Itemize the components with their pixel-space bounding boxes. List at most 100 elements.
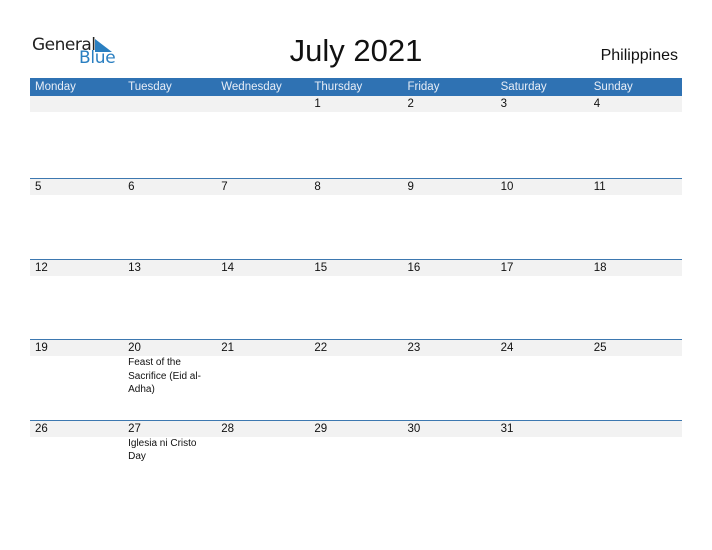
- day-number: 12: [35, 261, 48, 274]
- week-row: 1 2 3 4: [30, 96, 682, 178]
- day-number: 13: [128, 261, 141, 274]
- day-cell: 14: [216, 260, 309, 276]
- day-cell: 6: [123, 179, 216, 195]
- day-number-bar: 5 6 7 8 9 10 11: [30, 179, 682, 195]
- day-cell: 1: [309, 96, 402, 112]
- weekday-saturday: Saturday: [500, 81, 547, 93]
- day-number: 2: [407, 98, 414, 110]
- day-number: 3: [500, 98, 508, 110]
- country-label: Philippines: [600, 47, 678, 64]
- day-cell: 3: [496, 96, 589, 112]
- day-cell: 27: [123, 421, 216, 437]
- day-number: 28: [221, 422, 235, 435]
- day-number: 14: [221, 261, 235, 274]
- day-number: 21: [221, 342, 235, 354]
- holiday-label: [496, 437, 589, 464]
- day-cell: 19: [30, 340, 123, 356]
- day-number: 25: [593, 342, 607, 354]
- day-cell: 11: [589, 179, 682, 195]
- day-number: 26: [35, 422, 48, 435]
- day-number: 1: [314, 98, 321, 110]
- day-number: 4: [593, 98, 601, 110]
- day-number: 30: [407, 422, 421, 435]
- day-cell: 7: [216, 179, 309, 195]
- calendar: Monday Tuesday Wednesday Thursday Friday Satu…: [30, 78, 682, 500]
- day-number: 5: [35, 181, 42, 193]
- weekday-wednesday: Wednesday: [221, 81, 282, 93]
- day-number: 17: [500, 261, 514, 274]
- day-number-bar: 19 20 21 22 23 24 25: [30, 340, 682, 356]
- day-number: 24: [500, 342, 514, 354]
- day-cell: 30: [403, 421, 496, 437]
- day-cell: 10: [496, 179, 589, 195]
- week-row: 19 20 21 22 23 24 25 Feast of the Sacrifice (Ei…: [30, 339, 682, 420]
- day-number: 10: [500, 181, 514, 193]
- day-cell: 23: [403, 340, 496, 356]
- holiday-label: [496, 356, 589, 397]
- day-cell: 4: [589, 96, 682, 112]
- day-number-bar: 26 27 28 29 30 31: [30, 420, 682, 437]
- day-cell: 29: [309, 421, 402, 437]
- day-cell: 9: [403, 179, 496, 195]
- holiday-label: [216, 356, 309, 397]
- week-row: 26 27 28 29 30 31 Iglesia ni Cristo Day: [30, 419, 682, 501]
- holiday-label: [589, 437, 682, 464]
- day-number: 7: [221, 181, 228, 193]
- holiday-label: [403, 437, 496, 464]
- day-cell: 25: [589, 340, 682, 356]
- day-cell: 28: [216, 421, 309, 437]
- day-number: 8: [314, 181, 321, 193]
- events-row: Iglesia ni Cristo Day: [30, 437, 682, 464]
- day-number: 19: [35, 342, 48, 354]
- day-number: 29: [314, 422, 328, 435]
- day-cell: 8: [309, 179, 402, 195]
- holiday-label: [216, 437, 309, 464]
- holiday-label: [309, 356, 402, 397]
- holiday-label: [309, 437, 402, 464]
- day-number-bar: 12 13 14 15 16 17 18: [30, 259, 682, 276]
- day-cell: [216, 96, 309, 112]
- day-cell: 5: [30, 179, 123, 195]
- day-cell: 12: [30, 260, 123, 276]
- day-number: 22: [314, 342, 328, 354]
- day-cell: 20: [123, 340, 216, 356]
- day-number-bar: 1 2 3 4: [30, 96, 682, 112]
- day-number: 16: [407, 261, 421, 274]
- day-cell: 26: [30, 421, 123, 437]
- day-number: 15: [314, 261, 328, 274]
- day-number: 11: [593, 181, 606, 193]
- day-cell: [123, 96, 216, 112]
- day-cell: 24: [496, 340, 589, 356]
- day-cell: 31: [496, 421, 589, 437]
- weekday-monday: Monday: [35, 81, 76, 93]
- weekday-header: Monday Tuesday Wednesday Thursday Friday Satu…: [30, 78, 682, 96]
- week-row: 5 6 7 8 9 10 11: [30, 178, 682, 259]
- weekday-tuesday: Tuesday: [128, 81, 172, 93]
- day-number: 18: [593, 261, 607, 274]
- day-number: 23: [407, 342, 421, 354]
- week-row: 12 13 14 15 16 17 18: [30, 258, 682, 340]
- day-cell: 17: [496, 260, 589, 276]
- day-cell: 22: [309, 340, 402, 356]
- weekday-sunday: Sunday: [593, 81, 633, 93]
- day-cell: 18: [589, 260, 682, 276]
- day-number: 9: [407, 181, 414, 193]
- day-number: 31: [500, 422, 514, 435]
- holiday-label: Iglesia ni Cristo Day: [128, 437, 197, 463]
- weekday-friday: Friday: [407, 81, 440, 93]
- day-number: 20: [128, 342, 141, 354]
- day-cell: [30, 96, 123, 112]
- day-cell: [589, 421, 682, 437]
- holiday-label: [30, 437, 123, 464]
- day-number: 6: [128, 181, 135, 193]
- day-cell: 21: [216, 340, 309, 356]
- holiday-label: [589, 356, 682, 397]
- day-cell: 15: [309, 260, 402, 276]
- day-cell: 13: [123, 260, 216, 276]
- day-number: 27: [128, 422, 141, 435]
- events-row: Feast of the Sacrifice (Eid al-Adha): [30, 356, 682, 397]
- weekday-thursday: Thursday: [314, 81, 363, 93]
- holiday-label: Feast of the Sacrifice (Eid al-Adha): [128, 357, 201, 395]
- day-cell: 2: [403, 96, 496, 112]
- holiday-label: [403, 356, 496, 397]
